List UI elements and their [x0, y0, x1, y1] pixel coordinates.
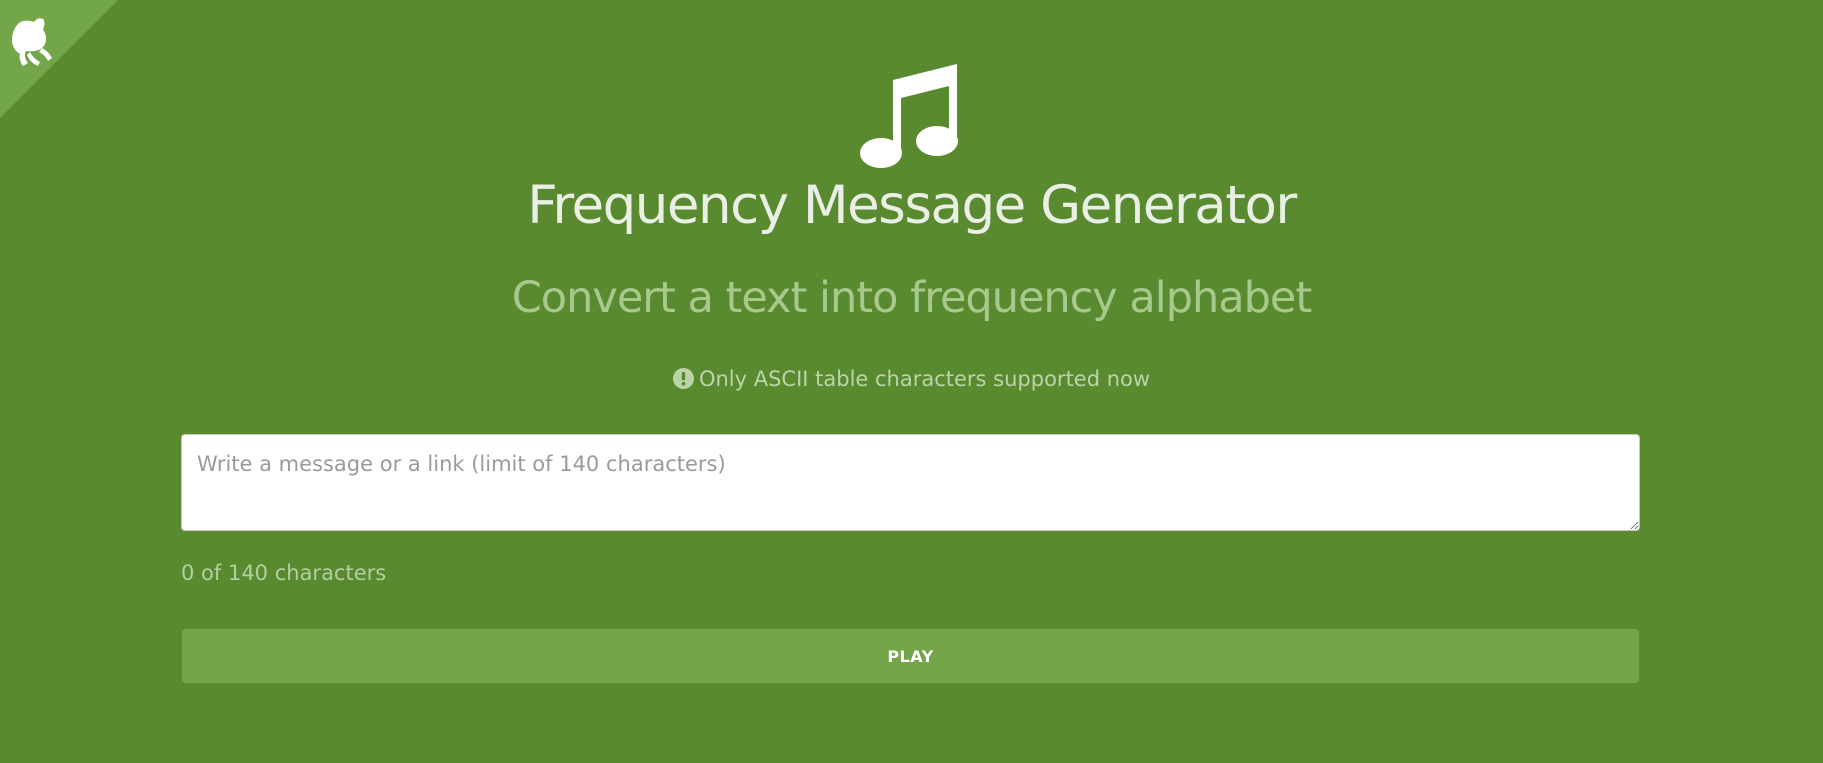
ascii-notice: Only ASCII table characters supported no… [0, 364, 1823, 394]
page-title: Frequency Message Generator [527, 175, 1297, 236]
play-button[interactable]: PLAY [182, 629, 1639, 683]
music-note-icon [859, 64, 958, 168]
character-counter: 0 of 140 characters [181, 561, 387, 585]
exclamation-circle-icon [672, 368, 694, 389]
page-subtitle: Convert a text into frequency alphabet [511, 273, 1312, 323]
notice-text: Only ASCII table characters supported no… [698, 367, 1151, 391]
message-input[interactable] [181, 434, 1640, 531]
header [0, 62, 1823, 172]
